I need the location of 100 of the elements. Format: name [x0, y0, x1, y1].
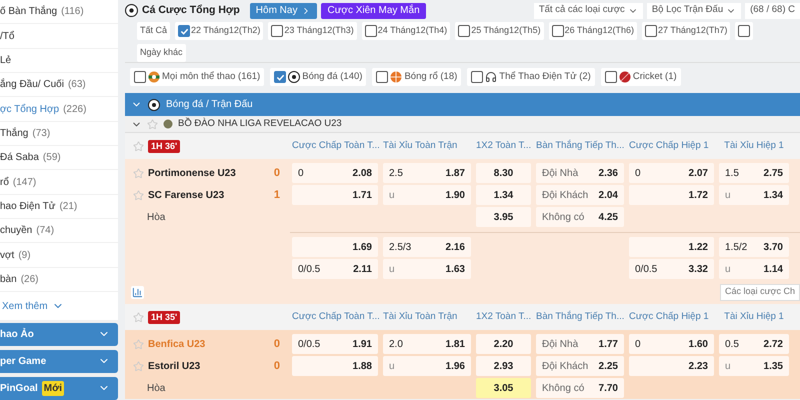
odds-cell[interactable]: 2.20	[476, 334, 531, 354]
odds-cell[interactable]: Không có 7.70	[536, 378, 624, 398]
odds-cell[interactable]: 2.0 1.81	[383, 334, 471, 354]
odds-cell[interactable]: 0/0.5 3.32	[629, 259, 714, 279]
odds-cell[interactable]: 0 1.60	[629, 334, 714, 354]
odds-cell[interactable]: u 1.35	[719, 356, 789, 376]
odds-value: 2.72	[764, 338, 783, 352]
odds-cell[interactable]: u 1.90	[383, 185, 471, 205]
date-filter-chip[interactable]: 22 Tháng12(Th2)	[175, 22, 264, 40]
favorite-star-icon[interactable]	[133, 360, 144, 372]
odds-cell[interactable]: 2.23	[629, 356, 714, 376]
odds-cell[interactable]: 0/0.5 1.91	[292, 334, 378, 354]
odds-cell[interactable]: 1.5 2.75	[719, 163, 789, 183]
odds-cell[interactable]: 0.5 2.72	[719, 334, 789, 354]
checkbox[interactable]	[376, 71, 388, 83]
column-header: Tài Xỉu Hiệp 1	[723, 310, 785, 324]
odds-cell[interactable]: 0/0.5 2.11	[292, 259, 378, 279]
sidebar-item[interactable]: vợt (9)	[0, 243, 118, 268]
sidebar-item[interactable]: Đá Saba (59)	[0, 146, 118, 170]
odds-cell[interactable]: 1.69	[292, 237, 378, 257]
sidebar-section-bar[interactable]: hao Ảo	[0, 322, 118, 346]
date-filter-chip[interactable]: 25 Tháng12(Th5)	[455, 22, 544, 40]
odds-cell[interactable]: Đội Khách 2.25	[536, 356, 624, 376]
checkbox[interactable]	[271, 25, 284, 37]
date-filter-chip[interactable]: Tất Cả	[137, 22, 170, 40]
date-filter-chip[interactable]: 24 Tháng12(Th4)	[362, 22, 450, 40]
sidebar-item[interactable]: chuyền (74)	[0, 219, 118, 244]
bet-type-dropdown[interactable]: Tất cả các loại cược	[534, 2, 643, 18]
checkbox[interactable]	[364, 25, 377, 37]
sidebar-item[interactable]: hao Điện Tử (21)	[0, 194, 118, 220]
odds-cell[interactable]: Đội Nhà 1.77	[536, 334, 624, 354]
handicap-line: 0/0.5	[298, 262, 320, 276]
sport-filter-chip[interactable]: Bóng rổ (18)	[372, 68, 462, 86]
odds-cell[interactable]: u 1.96	[383, 356, 471, 376]
sidebar-item[interactable]: ố Bàn Thắng (116)	[0, 0, 118, 24]
sport-filter-chip[interactable]: Mọi môn thể thao (161)	[130, 68, 264, 86]
checked-checkbox[interactable]	[178, 25, 190, 37]
odds-cell[interactable]: 1.71	[292, 185, 378, 205]
favorite-star-icon[interactable]	[133, 312, 144, 322]
sidebar-section-bar[interactable]: per Game	[0, 350, 118, 373]
favorite-star-icon[interactable]	[133, 140, 144, 152]
odds-cell[interactable]: 2.5 1.87	[383, 163, 471, 183]
checkbox[interactable]	[134, 71, 146, 83]
favorite-star-icon[interactable]	[133, 190, 144, 200]
checkbox[interactable]	[604, 71, 617, 83]
odds-value: 1.22	[688, 240, 708, 254]
odds-cell[interactable]: u 1.63	[383, 259, 471, 279]
odds-cell[interactable]: Đội Nhà 2.36	[536, 163, 624, 183]
odds-cell[interactable]: 3.95	[476, 207, 531, 227]
odds-cell[interactable]: 1.34	[476, 185, 531, 205]
draw-label: Hòa	[147, 382, 166, 396]
checked-checkbox[interactable]	[274, 71, 286, 83]
favorite-star-icon[interactable]	[147, 118, 158, 130]
today-button[interactable]: Hôm Nay	[250, 2, 318, 18]
sidebar-item[interactable]: ợc Tổng Hợp (226)	[0, 97, 118, 122]
sidebar-item[interactable]: ắng Đầu/ Cuối (63)	[0, 73, 118, 98]
sport-filter-chip[interactable]: Cricket (1)	[600, 68, 681, 86]
sidebar-item[interactable]: bàn (26)	[0, 268, 118, 292]
checkbox[interactable]	[738, 25, 750, 37]
odds-cell[interactable]: 2.93	[476, 356, 531, 376]
favorite-star-icon[interactable]	[133, 338, 144, 350]
odds-value: 1.90	[446, 188, 465, 202]
checkbox[interactable]	[552, 25, 564, 37]
sidebar-item[interactable]: /Tổ	[0, 24, 118, 49]
match-filter-dropdown[interactable]: Bộ Lọc Trận Đấu	[646, 2, 742, 18]
odds-cell[interactable]: u 1.14	[719, 259, 789, 279]
checkbox[interactable]	[644, 25, 657, 37]
more-bets-button[interactable]: Các loại cược Ch	[720, 284, 800, 300]
sidebar-item[interactable]: rổ (147)	[0, 170, 118, 195]
odds-cell[interactable]: Đội Khách 2.04	[536, 185, 624, 205]
see-more-link[interactable]: Xem thêm	[2, 298, 64, 314]
date-filter-chip[interactable]: Ngày khác	[137, 44, 186, 62]
odds-cell[interactable]: 1.72	[629, 185, 714, 205]
odds-value: 1.35	[764, 360, 783, 374]
sport-filter-chip[interactable]: Thể Thao Điện Tử (2)	[467, 68, 595, 86]
sidebar-item[interactable]: Lẻ	[0, 48, 118, 74]
odds-cell[interactable]: 1.22	[629, 237, 714, 257]
odds-cell[interactable]: 3.05	[476, 378, 531, 398]
odds-cell[interactable]: 1.5/2 3.70	[719, 237, 789, 257]
date-filter-chip[interactable]: 23 Tháng12(Th3)	[268, 22, 357, 40]
odds-cell[interactable]: Không có 4.25	[536, 207, 624, 227]
date-filter-chip[interactable]: 26 Tháng12(Th6)	[548, 22, 637, 40]
handicap-line: u	[389, 360, 395, 374]
date-filter-chip[interactable]	[735, 22, 754, 40]
lucky-parlay-button[interactable]: Cược Xiên May Mắn	[321, 2, 426, 18]
odds-cell[interactable]: 2.5/3 2.16	[383, 237, 471, 257]
odds-cell[interactable]: 1.88	[292, 356, 378, 376]
odds-cell[interactable]: 0 2.08	[292, 163, 378, 183]
date-filter-chip[interactable]: 27 Tháng12(Th7)	[642, 22, 730, 40]
odds-cell[interactable]: 8.30	[476, 163, 531, 183]
sidebar-item[interactable]: Thắng (73)	[0, 122, 118, 146]
sport-filter-chip[interactable]: Bóng đá (140)	[270, 68, 366, 86]
favorite-star-icon[interactable]	[133, 168, 144, 178]
section-header-bar[interactable]: Bóng đá / Trận Đấu	[125, 93, 800, 116]
odds-cell[interactable]: u 1.34	[719, 185, 789, 205]
statistics-icon[interactable]	[131, 286, 144, 298]
sidebar-section-bar[interactable]: PinGoal Mới	[0, 376, 118, 400]
checkbox[interactable]	[458, 25, 470, 37]
checkbox[interactable]	[471, 71, 484, 83]
odds-cell[interactable]: 0 2.07	[629, 163, 714, 183]
